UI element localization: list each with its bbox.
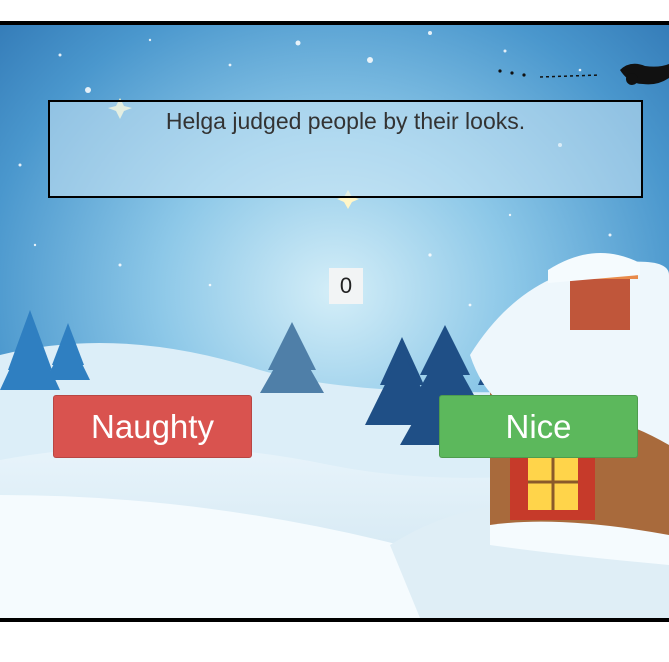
nice-button[interactable]: Nice [439,395,638,458]
game-frame: Helga judged people by their looks. 0 Na… [0,21,669,622]
statement-text: Helga judged people by their looks. [165,108,526,134]
statement-box: Helga judged people by their looks. [48,100,643,198]
naughty-button[interactable]: Naughty [53,395,252,458]
score-counter: 0 [329,268,363,304]
